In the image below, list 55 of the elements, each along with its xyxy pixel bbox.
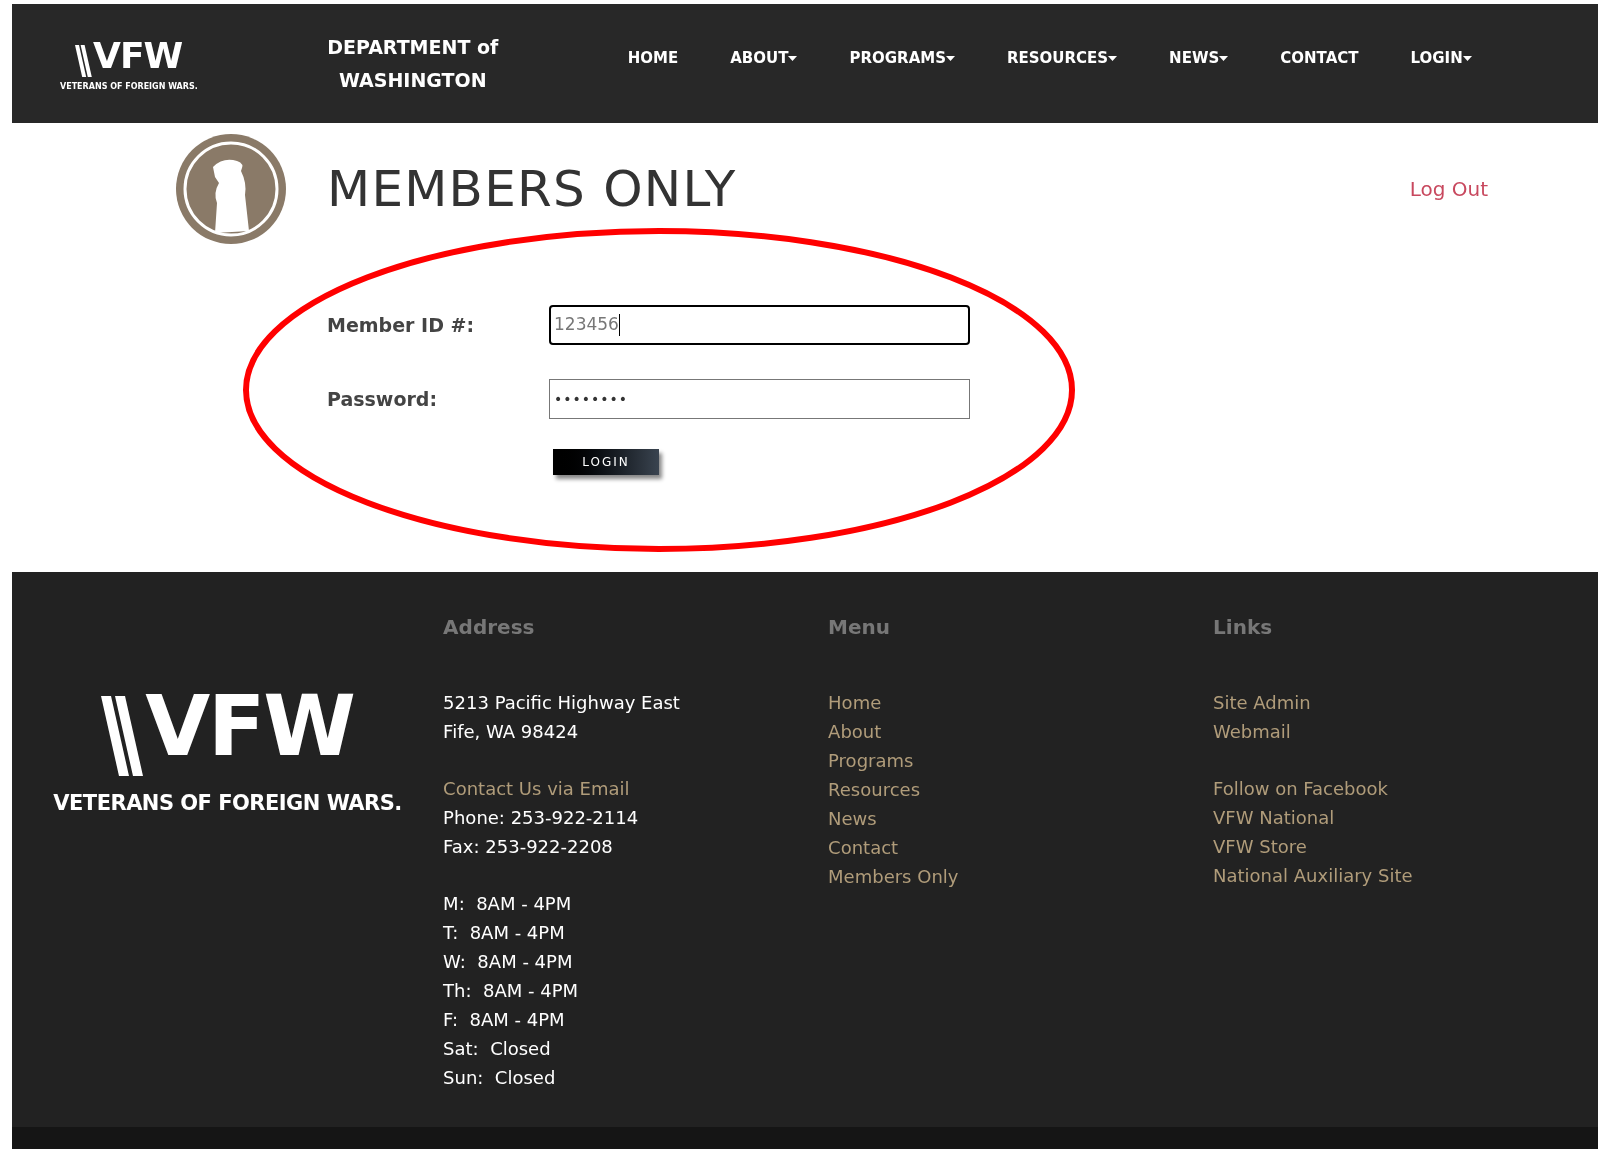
footer-link[interactable]: Follow on Facebook — [1213, 774, 1388, 803]
footer-text: W: 8AM - 4PM — [443, 950, 573, 974]
field-label: Member ID #: — [327, 312, 476, 338]
input-field[interactable]: •••••••• — [549, 379, 970, 419]
logo-wordmark: VFW — [145, 676, 354, 776]
footer-link[interactable]: Contact — [828, 833, 899, 862]
stripes-icon — [75, 44, 93, 77]
stripes-icon — [101, 696, 146, 776]
footer-link[interactable]: About — [828, 717, 882, 746]
footer-text: Th: 8AM - 4PM — [443, 979, 579, 1003]
nav-link[interactable]: HOME — [627, 47, 679, 70]
footer-link[interactable]: Members Only — [828, 862, 959, 891]
logo-wordmark: VFW — [92, 34, 183, 77]
logo-tagline: VETERANS OF FOREIGN WARS. — [60, 80, 198, 93]
footer-link[interactable]: Site Admin — [1213, 688, 1311, 717]
footer-link[interactable]: National Auxiliary Site — [1213, 861, 1413, 890]
nav-link[interactable]: NEWS — [1169, 47, 1229, 70]
caret-icon — [1108, 56, 1118, 61]
page-title: MEMBERS ONLY — [327, 158, 737, 220]
footer-link[interactable]: Contact Us via Email — [443, 774, 630, 803]
footer-text: 5213 Pacific Highway East — [443, 691, 680, 715]
logout-link[interactable]: Log Out — [1409, 174, 1488, 204]
nav-link[interactable]: CONTACT — [1280, 47, 1359, 70]
caret-icon — [1219, 56, 1229, 61]
department-title: WASHINGTON — [338, 67, 487, 93]
footer-text: Sat: Closed — [443, 1037, 551, 1061]
footer-text: M: 8AM - 4PM — [443, 892, 572, 916]
footer-link[interactable]: News — [828, 804, 877, 833]
footer-link[interactable]: Resources — [828, 775, 920, 804]
caret-icon — [1462, 56, 1472, 61]
footer-link[interactable]: Programs — [828, 746, 914, 775]
nav-link[interactable]: ABOUT — [730, 47, 798, 70]
footer-link[interactable]: VFW National — [1213, 803, 1335, 832]
footer-text: Phone: 253-922-2114 — [443, 806, 639, 830]
login-button[interactable]: LOGIN — [553, 449, 659, 475]
footer-link[interactable]: Home — [828, 688, 882, 717]
field-label: Password: — [327, 386, 439, 412]
department-title: DEPARTMENT of — [327, 34, 499, 60]
input-field[interactable]: 123456 — [549, 305, 970, 345]
column-heading: Address — [443, 614, 536, 641]
footer-link[interactable]: Webmail — [1213, 717, 1291, 746]
column-heading: Links — [1213, 614, 1274, 641]
nav-link[interactable]: RESOURCES — [1006, 47, 1118, 70]
logo-tagline: VETERANS OF FOREIGN WARS. — [53, 790, 402, 817]
footer-text: T: 8AM - 4PM — [443, 921, 565, 945]
column-heading: Menu — [828, 614, 892, 641]
footer-text: Fife, WA 98424 — [443, 720, 579, 744]
footer-text: Sun: Closed — [443, 1066, 556, 1090]
nav-link[interactable]: PROGRAMS — [849, 47, 955, 70]
footer-text: Fax: 253-922-2208 — [443, 835, 613, 859]
caret-icon — [788, 56, 798, 61]
caret-icon — [945, 56, 955, 61]
footer-link[interactable]: VFW Store — [1213, 832, 1307, 861]
nav-link[interactable]: LOGIN — [1410, 47, 1472, 70]
footer-text: F: 8AM - 4PM — [443, 1008, 565, 1032]
